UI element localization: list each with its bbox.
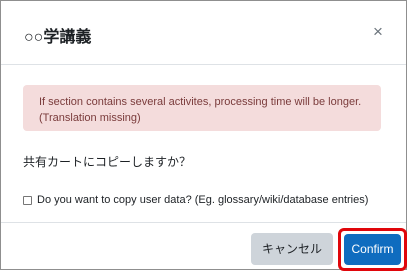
warning-alert: If section contains several activites, p… [23, 85, 381, 131]
confirm-highlight-box [338, 228, 407, 271]
copy-question: 共有カートにコピーしますか？ [23, 155, 192, 169]
copy-user-data-label[interactable]: Do you want to copy user data? (Eg. glos… [37, 194, 368, 206]
footer-divider [1, 222, 406, 223]
copy-user-data-checkbox[interactable] [23, 195, 32, 205]
dialog-header: ○○学講義 × [1, 1, 406, 65]
dialog-title: ○○学講義 [24, 29, 92, 46]
close-icon[interactable]: × [370, 23, 386, 41]
cancel-button[interactable]: キャンセル [251, 233, 333, 265]
copy-user-data-option[interactable]: Do you want to copy user data? (Eg. glos… [23, 194, 368, 206]
copy-dialog: ○○学講義 × If section contains several acti… [0, 0, 407, 271]
